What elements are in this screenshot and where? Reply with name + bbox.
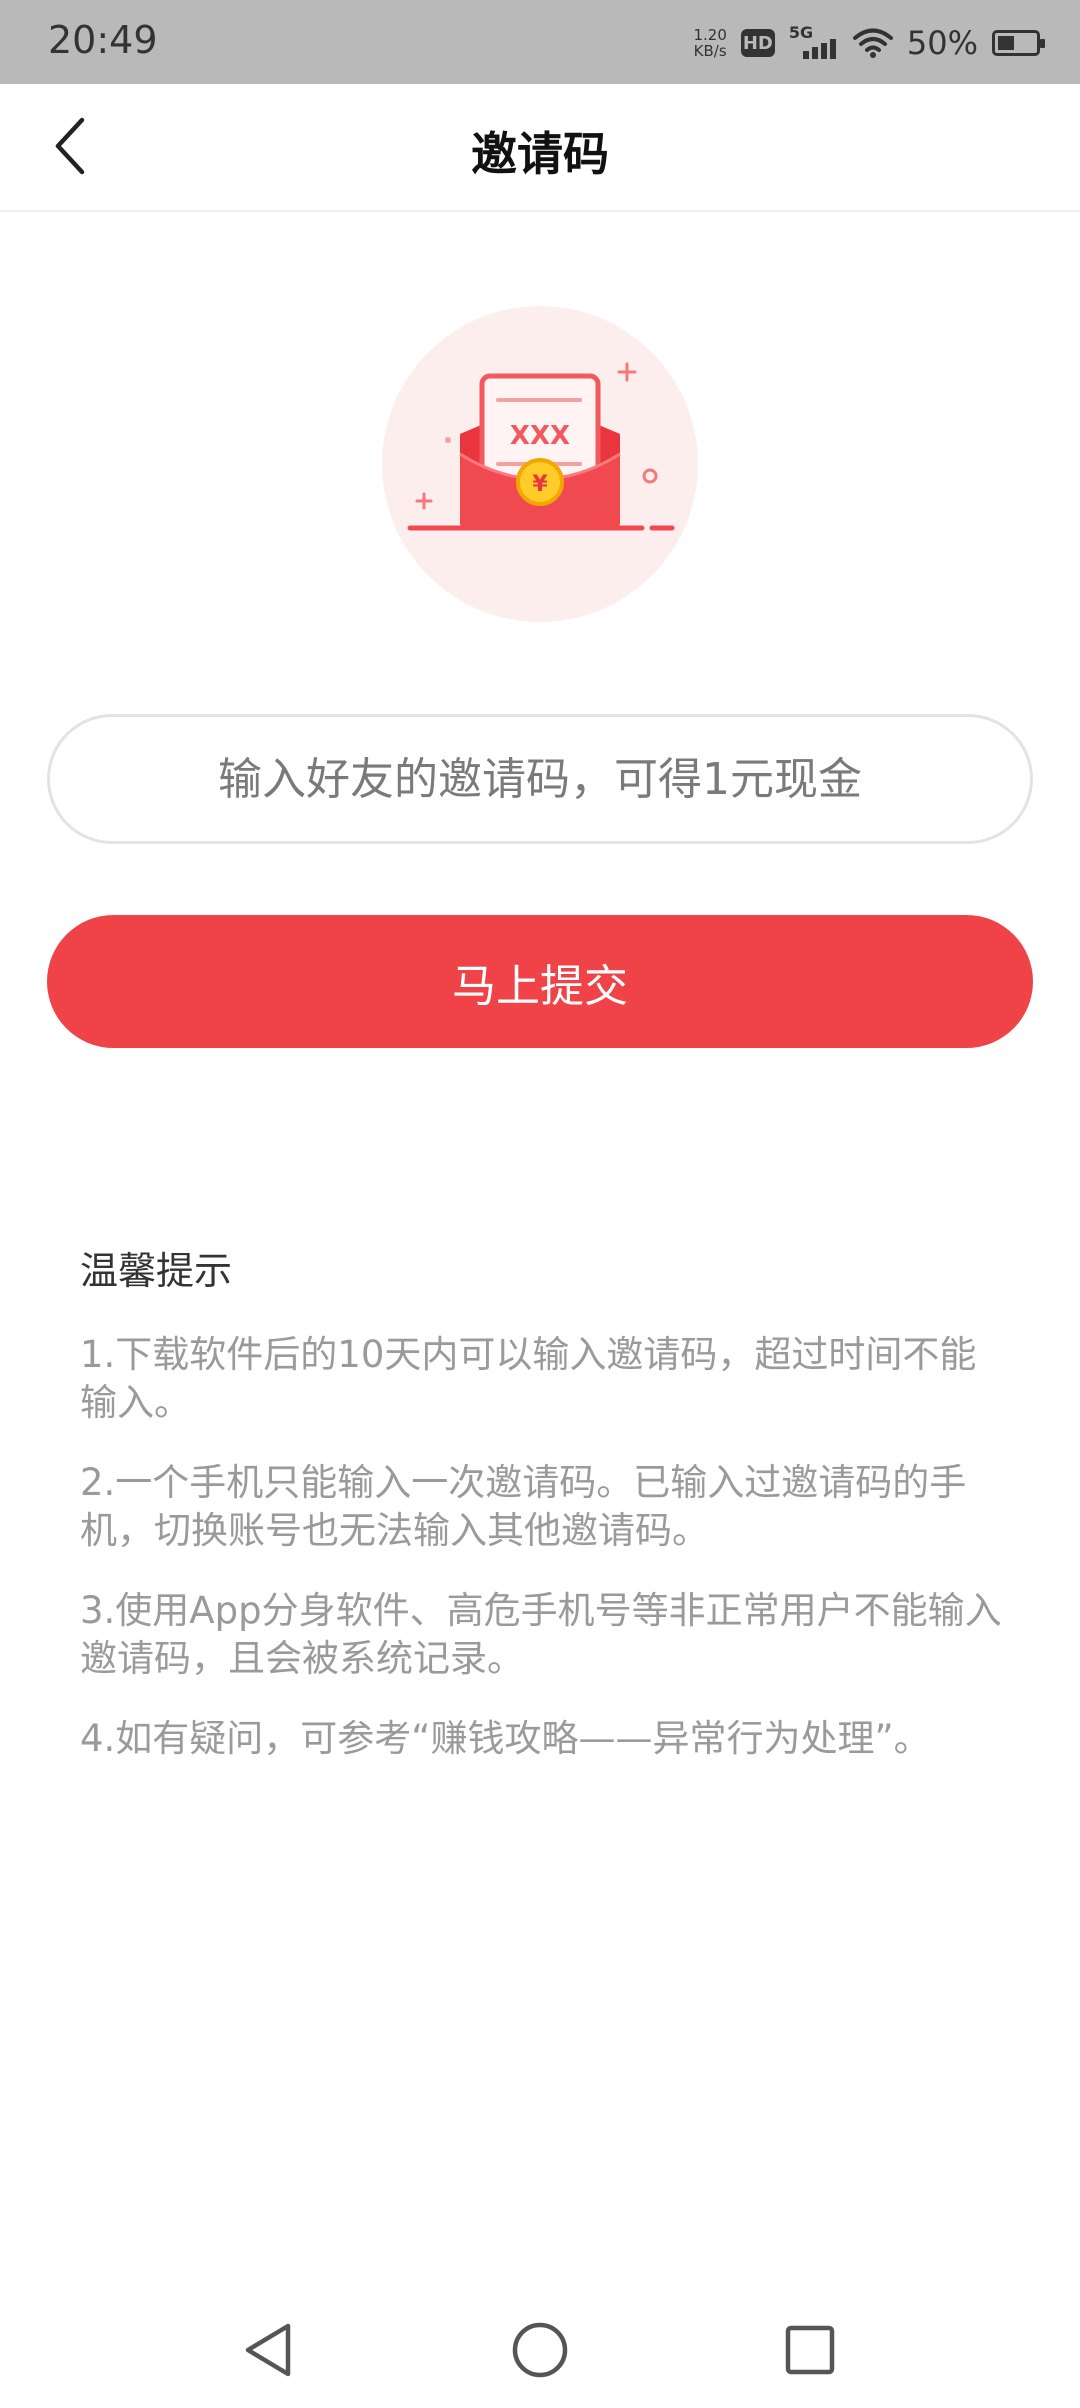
hd-icon: HD (740, 29, 775, 57)
status-bar: 20:49 1.20 KB/s HD 5G 50% (0, 0, 1080, 84)
submit-button-label: 马上提交 (452, 960, 628, 1012)
wifi-icon (852, 28, 893, 58)
network-type: 5G (788, 23, 814, 42)
app-header: 邀请码 (0, 84, 1080, 212)
circle-home-icon (512, 2322, 568, 2378)
network-speed: 1.20 KB/s (693, 27, 726, 59)
tips-section: 温馨提示 1.下载软件后的10天内可以输入邀请码，超过时间不能输入。 2.一个手… (80, 1240, 1010, 1795)
red-envelope-icon: XXX ¥ (382, 306, 698, 622)
red-envelope-illustration: XXX ¥ (380, 304, 700, 624)
tip-item-2: 2.一个手机只能输入一次邀请码。已输入过邀请码的手机，切换账号也无法输入其他邀请… (80, 1461, 967, 1552)
signal-icon: 5G (789, 23, 839, 63)
network-speed-value: 1.20 (693, 26, 727, 44)
square-recents-icon (785, 2325, 835, 2375)
triangle-back-icon (245, 2323, 291, 2377)
status-indicators: 1.20 KB/s HD 5G 50% (693, 20, 1045, 66)
nav-home-button[interactable] (500, 2310, 580, 2390)
status-time: 20:49 (48, 18, 158, 62)
invite-code-input[interactable] (47, 714, 1033, 844)
page-title: 邀请码 (471, 127, 609, 181)
tip-item-4: 4.如有疑问，可参考“赚钱攻略——异常行为处理”。 (80, 1717, 931, 1760)
card-code-text: XXX (510, 421, 570, 451)
nav-back-button[interactable] (228, 2310, 308, 2390)
tip-item-1: 1.下载软件后的10天内可以输入邀请码，超过时间不能输入。 (80, 1333, 977, 1424)
tip-item-3: 3.使用App分身软件、高危手机号等非正常用户不能输入邀请码，且会被系统记录。 (80, 1589, 1002, 1680)
nav-recents-button[interactable] (770, 2310, 850, 2390)
network-speed-unit: KB/s (693, 42, 727, 60)
system-nav-bar (0, 2290, 1080, 2408)
battery-icon (992, 30, 1045, 56)
coin-symbol: ¥ (532, 472, 548, 497)
submit-button[interactable]: 马上提交 (47, 915, 1033, 1048)
tips-title: 温馨提示 (80, 1249, 233, 1293)
battery-percent: 50% (906, 24, 978, 62)
